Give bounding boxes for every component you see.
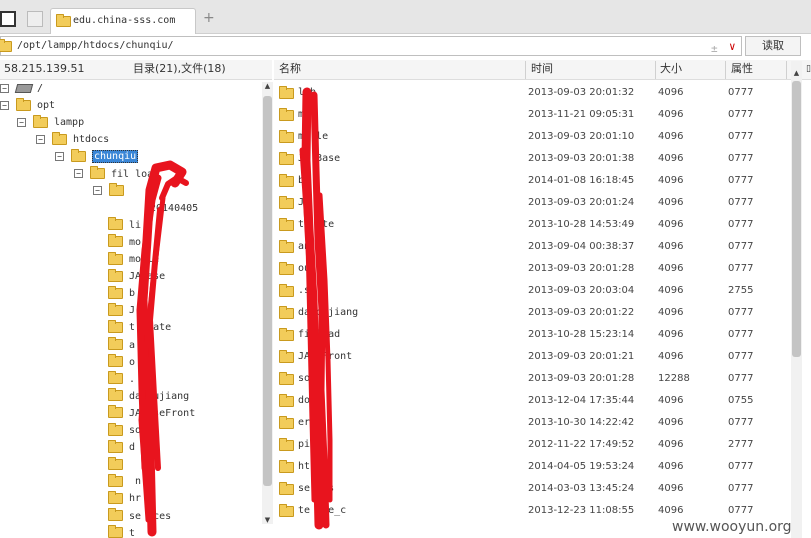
red-scribble-annotation bbox=[136, 87, 333, 537]
scribble-strokes bbox=[136, 87, 333, 537]
watermark: www.wooyun.org bbox=[672, 519, 792, 535]
